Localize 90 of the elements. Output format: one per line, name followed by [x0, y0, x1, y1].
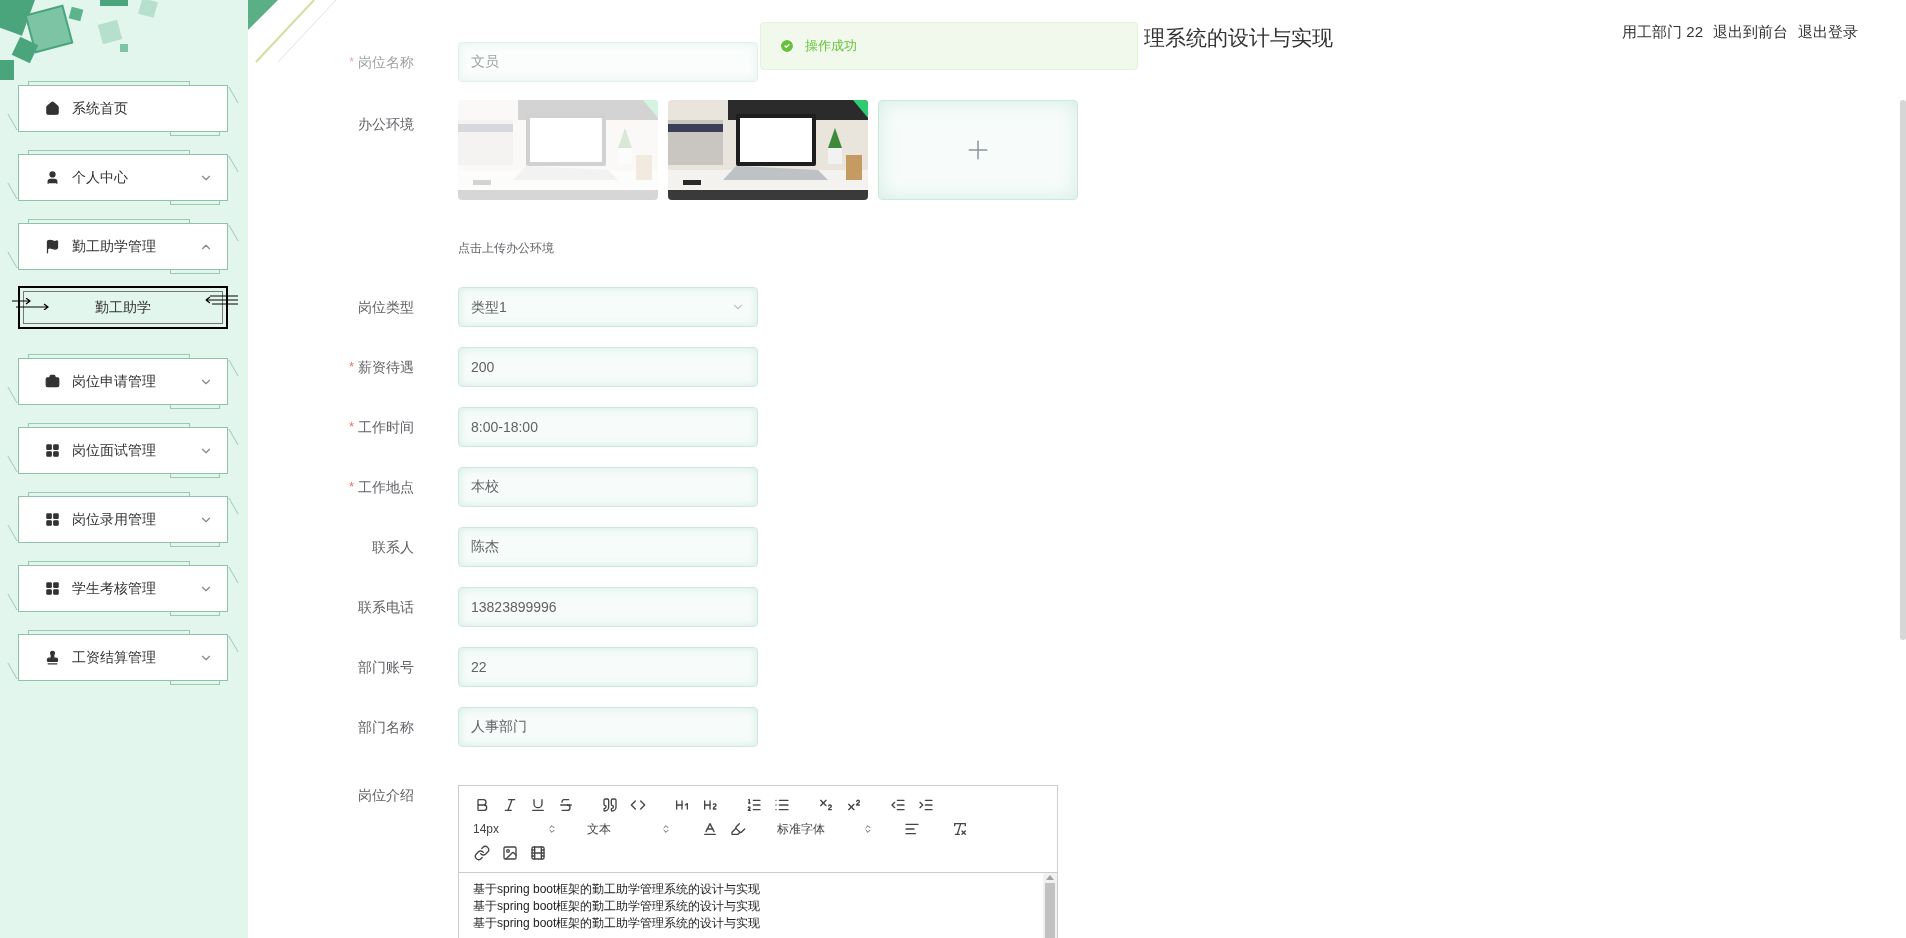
font-color-button[interactable] — [701, 820, 719, 838]
input-field[interactable]: 13823899996 — [458, 587, 758, 627]
video-button[interactable] — [529, 844, 547, 862]
font-family-select[interactable]: 标准字体 — [777, 820, 873, 838]
scrollbar[interactable] — [1043, 873, 1057, 938]
field-label: 岗位类型 — [358, 297, 414, 317]
input-field[interactable]: 陈杰 — [458, 527, 758, 567]
briefcase-icon — [45, 374, 60, 389]
image-icon — [502, 845, 518, 861]
heading-one-icon — [674, 797, 690, 813]
check-circle-icon — [779, 38, 795, 54]
bold-icon — [474, 797, 490, 813]
input-field[interactable]: 22 — [458, 647, 758, 687]
field-label: 岗位名称 — [358, 52, 414, 72]
strikethrough-button[interactable] — [557, 796, 575, 814]
updown-icon — [547, 824, 557, 834]
image-button[interactable] — [501, 844, 519, 862]
sidebar-item[interactable]: 勤工助学管理 — [18, 223, 228, 270]
updown-icon — [661, 824, 671, 834]
grid-icon — [45, 581, 60, 596]
font-size-select[interactable]: 14px — [473, 820, 557, 838]
clear-format-button[interactable] — [951, 820, 969, 838]
field-label: 部门名称 — [358, 717, 414, 737]
input-field[interactable]: 8:00-18:00 — [458, 407, 758, 447]
ordered-list-button[interactable] — [745, 796, 763, 814]
sidebar-item[interactable]: 工资结算管理 — [18, 634, 228, 681]
select-field[interactable]: 类型1 — [458, 287, 758, 327]
updown-icon — [863, 824, 873, 834]
bullet-list-icon — [774, 797, 790, 813]
italic-icon — [502, 797, 518, 813]
field-label: 办公环境 — [358, 115, 414, 134]
required-asterisk: * — [348, 358, 354, 377]
page-title: 理系统的设计与实现 — [1144, 25, 1333, 51]
required-asterisk: * — [348, 418, 354, 437]
strikethrough-icon — [558, 797, 574, 813]
editor-text-line: 基于spring boot框架的勤工助学管理系统的设计与实现 — [473, 915, 761, 932]
clear-format-icon — [952, 821, 968, 837]
sidebar-item[interactable]: 系统首页 — [18, 85, 228, 132]
sidebar-item[interactable]: 岗位申请管理 — [18, 358, 228, 405]
sidebar-item[interactable]: 个人中心 — [18, 154, 228, 201]
sidebar-item[interactable]: 岗位录用管理 — [18, 496, 228, 543]
header-link[interactable]: 退出到前台 — [1713, 21, 1788, 44]
upload-hint: 点击上传办公环境 — [458, 240, 554, 256]
arrow-icon — [204, 294, 238, 306]
grid-icon — [45, 443, 60, 458]
user-icon — [45, 170, 60, 185]
input-field[interactable]: 本校 — [458, 467, 758, 507]
highlight-icon — [730, 821, 746, 837]
underline-button[interactable] — [529, 796, 547, 814]
field-label: 岗位介绍 — [358, 786, 414, 805]
input-field[interactable]: 200 — [458, 347, 758, 387]
input-field[interactable]: 人事部门 — [458, 707, 758, 747]
required-asterisk: * — [348, 478, 354, 497]
video-icon — [530, 845, 546, 861]
field-label: 联系人 — [372, 537, 414, 557]
align-icon — [904, 821, 920, 837]
flag-icon — [45, 239, 60, 254]
underline-icon — [530, 797, 546, 813]
header-link[interactable]: 退出登录 — [1798, 21, 1858, 44]
field-label: 工作地点 — [358, 477, 414, 497]
indent-icon — [918, 797, 934, 813]
link-button[interactable] — [473, 844, 491, 862]
field-label: 部门账号 — [358, 657, 414, 677]
user-label: 用工部门 22 — [1622, 22, 1703, 42]
font-color-icon — [702, 821, 718, 837]
superscript-icon — [846, 797, 862, 813]
highlight-button[interactable] — [729, 820, 747, 838]
grid-icon — [45, 512, 60, 527]
link-icon — [474, 845, 490, 861]
editor-text-line: 基于spring boot框架的勤工助学管理系统的设计与实现 — [473, 898, 761, 915]
ordered-list-icon — [746, 797, 762, 813]
editor-text-line: 基于spring boot框架的勤工助学管理系统的设计与实现 — [473, 881, 761, 898]
submenu-item[interactable]: 勤工助学 — [18, 286, 228, 329]
code-icon — [630, 797, 646, 813]
sidebar-item[interactable]: 岗位面试管理 — [18, 427, 228, 474]
quote-icon — [602, 797, 618, 813]
outdent-icon — [890, 797, 906, 813]
field-label: 薪资待遇 — [358, 357, 414, 377]
heading-two-icon — [702, 797, 718, 813]
stamp-icon — [45, 650, 60, 665]
page-scrollbar[interactable] — [1900, 100, 1906, 640]
format-select[interactable]: 文本 — [587, 820, 671, 838]
sidebar-item[interactable]: 学生考核管理 — [18, 565, 228, 612]
field-label: 工作时间 — [358, 417, 414, 437]
quote-button[interactable] — [601, 796, 619, 814]
subscript-icon — [818, 797, 834, 813]
home-icon — [45, 101, 60, 116]
required-asterisk: * — [348, 53, 354, 72]
toast-message: 操作成功 — [805, 37, 857, 56]
field-label: 联系电话 — [358, 597, 414, 617]
